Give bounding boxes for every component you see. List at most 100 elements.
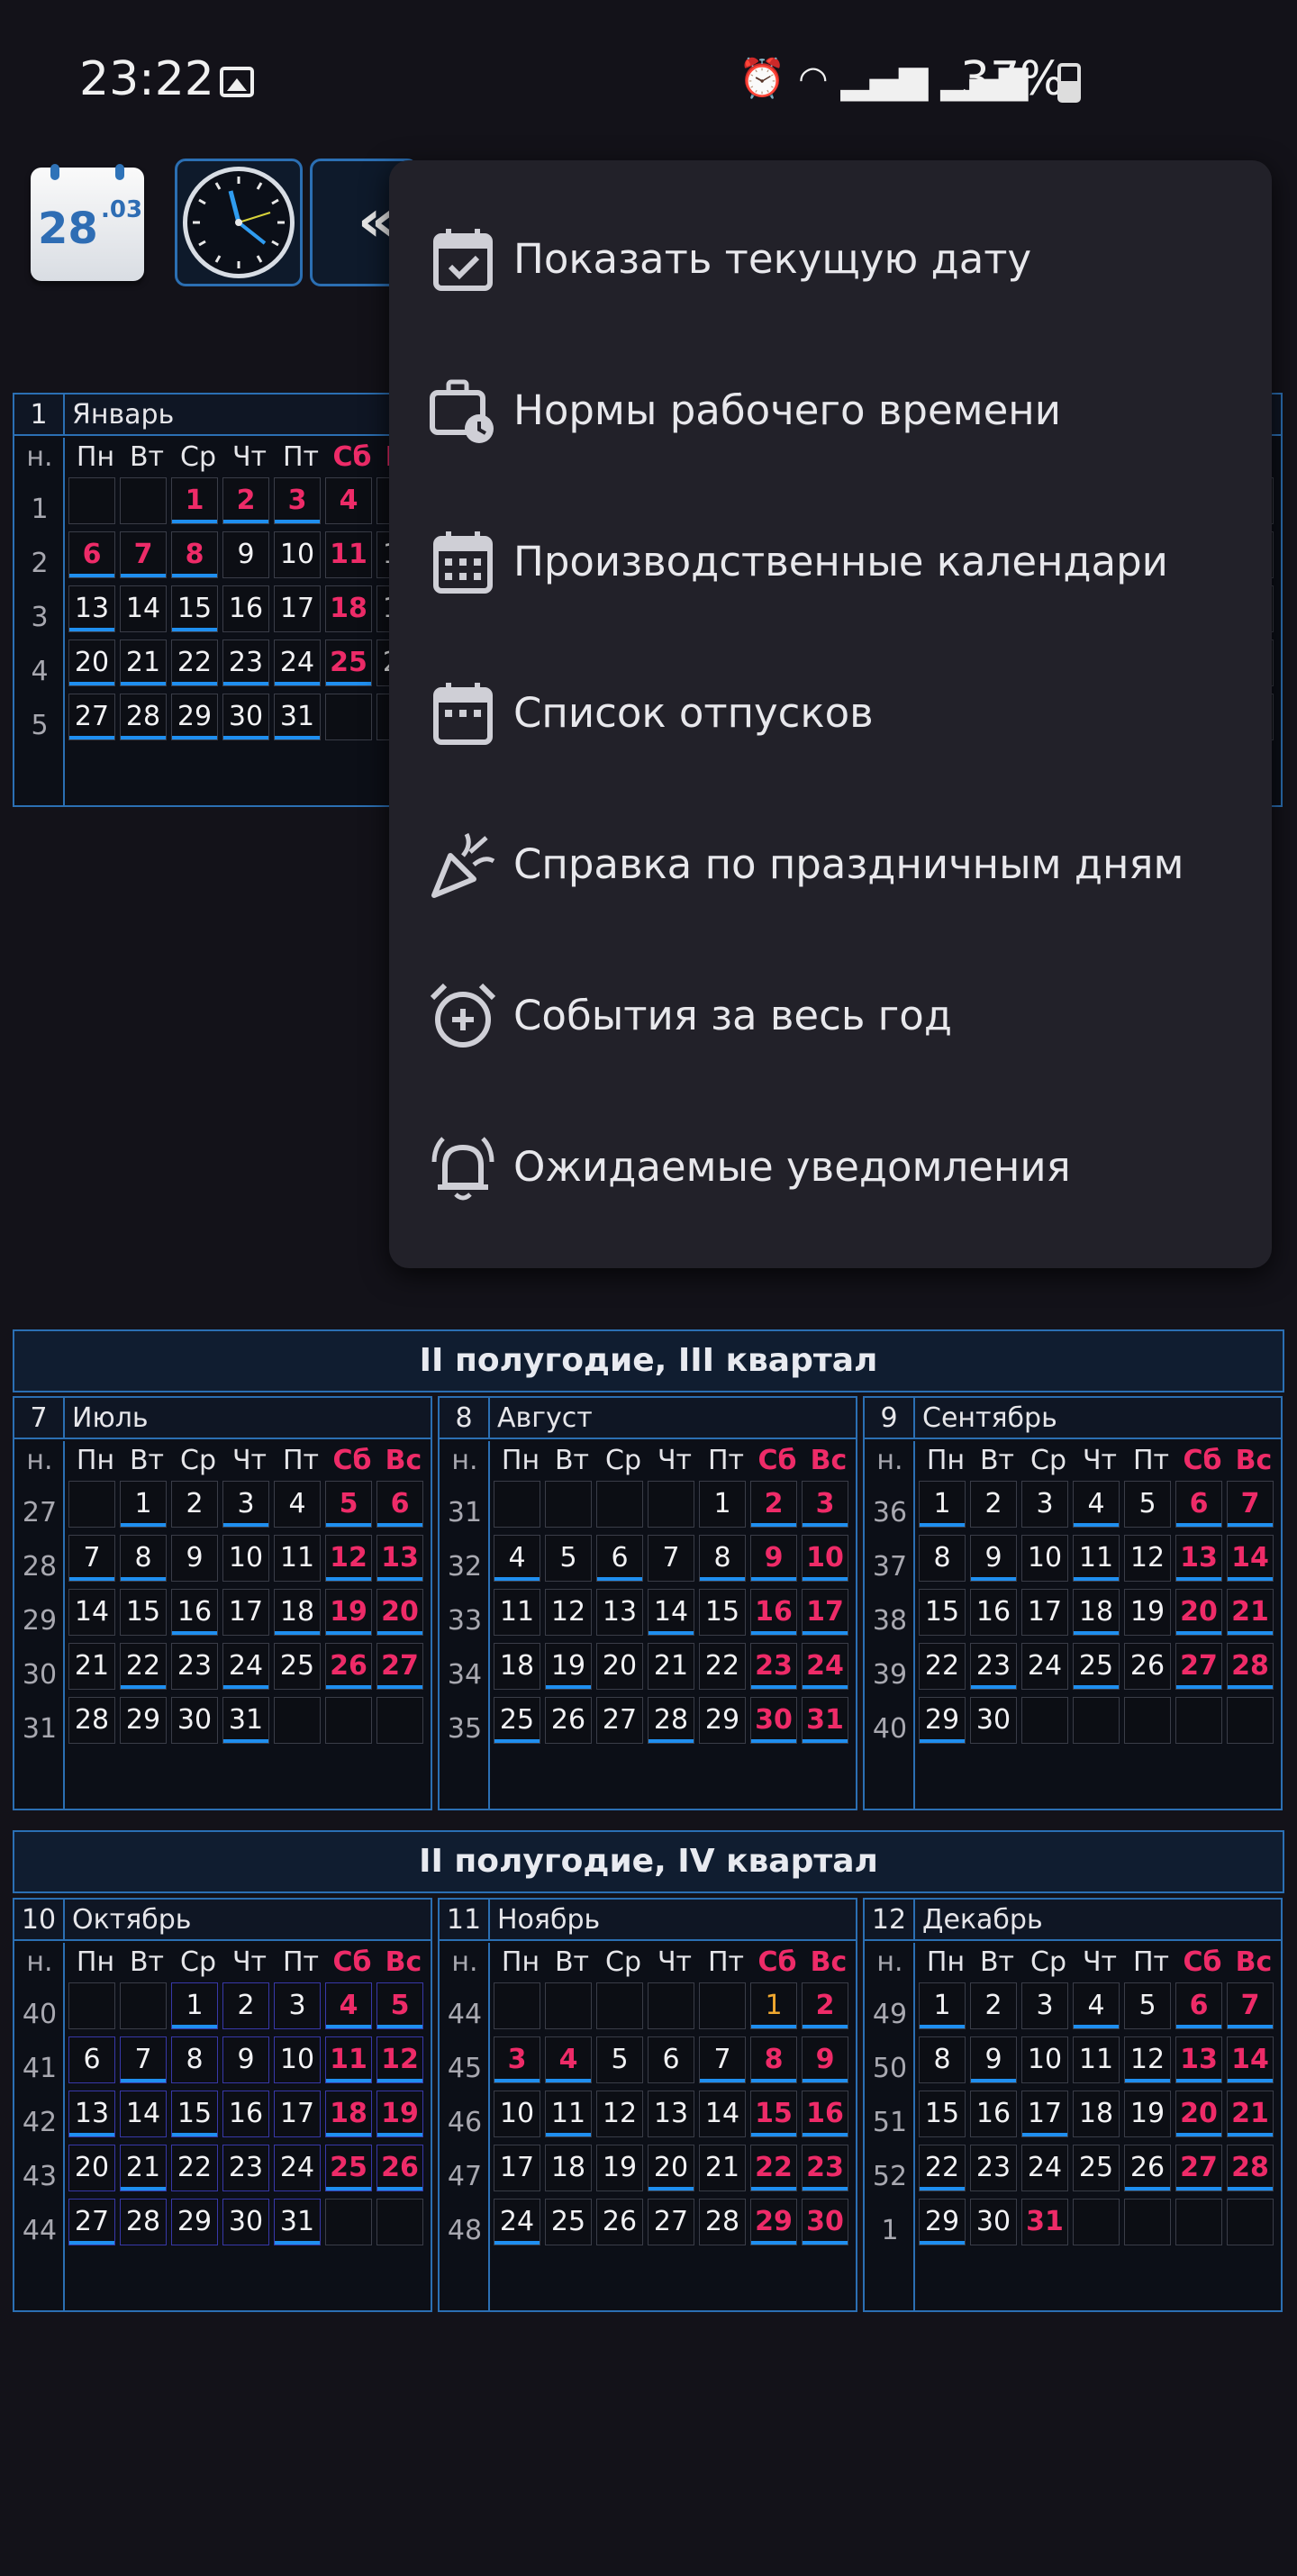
day-cell[interactable]: 18 — [325, 2091, 372, 2137]
menu-item-holidays-help[interactable]: Справка по праздничным дням — [389, 789, 1272, 940]
day-cell[interactable]: 26 — [545, 1697, 592, 1744]
day-cell[interactable]: 25 — [494, 1697, 540, 1744]
day-cell[interactable]: 5 — [376, 1982, 423, 2029]
day-cell[interactable]: 9 — [750, 1535, 797, 1582]
calendar-app-icon[interactable]: 28 .03 — [31, 164, 144, 281]
day-cell[interactable]: 6 — [68, 531, 115, 578]
day-cell[interactable]: 4 — [325, 477, 372, 524]
day-cell[interactable]: 14 — [68, 1589, 115, 1636]
day-cell[interactable] — [325, 2199, 372, 2245]
day-cell[interactable]: 25 — [1073, 2145, 1120, 2191]
day-cell[interactable]: 3 — [1021, 1982, 1068, 2029]
menu-item-working-hours[interactable]: Нормы рабочего времени — [389, 335, 1272, 486]
day-cell[interactable]: 23 — [222, 2145, 269, 2191]
day-cell[interactable]: 27 — [376, 1643, 423, 1690]
day-cell[interactable]: 11 — [1073, 2036, 1120, 2083]
day-cell[interactable]: 9 — [802, 2036, 848, 2083]
day-cell[interactable]: 10 — [494, 2091, 540, 2137]
day-cell[interactable] — [596, 1481, 643, 1528]
day-cell[interactable]: 19 — [545, 1643, 592, 1690]
day-cell[interactable]: 28 — [648, 1697, 694, 1744]
day-cell[interactable] — [274, 1697, 321, 1744]
day-cell[interactable]: 27 — [596, 1697, 643, 1744]
day-cell[interactable]: 8 — [919, 1535, 966, 1582]
clock-button[interactable] — [175, 159, 303, 286]
day-cell[interactable]: 18 — [1073, 2091, 1120, 2137]
day-cell[interactable]: 16 — [222, 2091, 269, 2137]
day-cell[interactable]: 22 — [171, 639, 218, 686]
day-cell[interactable]: 21 — [648, 1643, 694, 1690]
menu-item-vacation-list[interactable]: Список отпусков — [389, 638, 1272, 789]
day-cell[interactable]: 11 — [494, 1589, 540, 1636]
day-cell[interactable]: 18 — [494, 1643, 540, 1690]
day-cell[interactable]: 27 — [68, 694, 115, 740]
day-cell[interactable]: 24 — [274, 639, 321, 686]
day-cell[interactable]: 6 — [376, 1481, 423, 1528]
day-cell[interactable] — [1073, 2199, 1120, 2245]
month-name[interactable]: Июль — [72, 1398, 149, 1439]
month-name[interactable]: Январь — [72, 395, 174, 436]
day-cell[interactable] — [325, 1697, 372, 1744]
day-cell[interactable] — [699, 1982, 746, 2029]
day-cell[interactable]: 1 — [919, 1982, 966, 2029]
day-cell[interactable]: 17 — [1021, 1589, 1068, 1636]
day-cell[interactable]: 2 — [750, 1481, 797, 1528]
day-cell[interactable]: 2 — [222, 1982, 269, 2029]
day-cell[interactable]: 27 — [68, 2199, 115, 2245]
day-cell[interactable]: 15 — [919, 2091, 966, 2137]
day-cell[interactable]: 3 — [274, 477, 321, 524]
day-cell[interactable]: 26 — [596, 2199, 643, 2245]
day-cell[interactable]: 23 — [222, 639, 269, 686]
day-cell[interactable]: 14 — [699, 2091, 746, 2137]
day-cell[interactable]: 31 — [802, 1697, 848, 1744]
day-cell[interactable]: 30 — [222, 694, 269, 740]
day-cell[interactable]: 13 — [68, 2091, 115, 2137]
day-cell[interactable]: 15 — [171, 2091, 218, 2137]
day-cell[interactable]: 24 — [222, 1643, 269, 1690]
day-cell[interactable]: 6 — [596, 1535, 643, 1582]
day-cell[interactable]: 15 — [750, 2091, 797, 2137]
day-cell[interactable]: 19 — [1124, 2091, 1171, 2137]
day-cell[interactable]: 30 — [222, 2199, 269, 2245]
month-name[interactable]: Октябрь — [72, 1900, 191, 1941]
day-cell[interactable]: 1 — [171, 477, 218, 524]
day-cell[interactable]: 15 — [171, 585, 218, 632]
day-cell[interactable] — [648, 1982, 694, 2029]
day-cell[interactable]: 16 — [970, 1589, 1017, 1636]
day-cell[interactable]: 4 — [274, 1481, 321, 1528]
day-cell[interactable] — [376, 1697, 423, 1744]
day-cell[interactable]: 12 — [1124, 2036, 1171, 2083]
day-cell[interactable]: 26 — [325, 1643, 372, 1690]
day-cell[interactable]: 17 — [274, 2091, 321, 2137]
day-cell[interactable]: 10 — [274, 531, 321, 578]
day-cell[interactable]: 23 — [802, 2145, 848, 2191]
day-cell[interactable]: 7 — [1227, 1982, 1274, 2029]
day-cell[interactable]: 13 — [596, 1589, 643, 1636]
day-cell[interactable]: 22 — [919, 1643, 966, 1690]
day-cell[interactable]: 28 — [1227, 1643, 1274, 1690]
day-cell[interactable]: 26 — [376, 2145, 423, 2191]
day-cell[interactable]: 27 — [1175, 1643, 1222, 1690]
day-cell[interactable]: 27 — [648, 2199, 694, 2245]
day-cell[interactable] — [325, 694, 372, 740]
day-cell[interactable] — [648, 1481, 694, 1528]
day-cell[interactable] — [494, 1481, 540, 1528]
day-cell[interactable]: 1 — [171, 1982, 218, 2029]
day-cell[interactable]: 7 — [1227, 1481, 1274, 1528]
day-cell[interactable]: 12 — [596, 2091, 643, 2137]
day-cell[interactable] — [1175, 2199, 1222, 2245]
day-cell[interactable] — [1124, 2199, 1171, 2245]
day-cell[interactable]: 8 — [699, 1535, 746, 1582]
day-cell[interactable] — [68, 477, 115, 524]
menu-item-show-current-date[interactable]: Показать текущую дату — [389, 184, 1272, 335]
day-cell[interactable]: 5 — [1124, 1982, 1171, 2029]
day-cell[interactable]: 25 — [325, 639, 372, 686]
day-cell[interactable]: 17 — [802, 1589, 848, 1636]
day-cell[interactable]: 25 — [545, 2199, 592, 2245]
day-cell[interactable]: 22 — [919, 2145, 966, 2191]
day-cell[interactable]: 3 — [494, 2036, 540, 2083]
day-cell[interactable] — [545, 1481, 592, 1528]
day-cell[interactable]: 22 — [120, 1643, 167, 1690]
day-cell[interactable]: 24 — [274, 2145, 321, 2191]
day-cell[interactable]: 29 — [699, 1697, 746, 1744]
